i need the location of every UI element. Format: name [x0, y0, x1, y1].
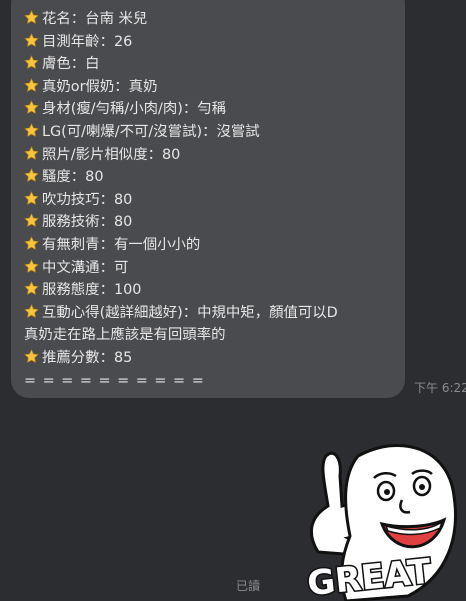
star-icon	[24, 190, 39, 205]
message-line-text: 真奶走在路上應該是有回頭率的	[24, 327, 226, 344]
star-icon	[24, 281, 39, 295]
message-line: 身材(瘦/勻稱/小肉/肉)：勻稱	[24, 98, 395, 121]
message-line: 互動心得(越詳細越好)：中規中矩，顏值可以D	[24, 302, 395, 325]
message-line: 服務態度：100	[24, 279, 395, 302]
thumbs-up-face-sticker[interactable]: GREAT	[298, 436, 460, 601]
message-line: 照片/影片相似度：80	[24, 144, 395, 167]
message-line: 目測年齡：26	[24, 31, 395, 54]
star-icon	[24, 100, 39, 115]
star-icon	[24, 77, 39, 92]
star-icon	[24, 213, 39, 228]
star-icon	[24, 145, 39, 160]
message-line: 中文溝通：可	[24, 257, 395, 280]
star-icon	[24, 168, 39, 182]
message-line-text: 吹功技巧：80	[42, 191, 133, 208]
message-line-text: 騷度：80	[42, 169, 104, 186]
star-icon	[24, 258, 39, 273]
message-line: 服務技術：80	[24, 211, 395, 234]
message-line-text: 推薦分數：85	[42, 349, 133, 366]
message-line: 真奶or假奶：真奶	[24, 76, 395, 99]
message-line-text: 膚色：白	[42, 56, 100, 73]
message-line-text: 中文溝通：可	[42, 259, 129, 276]
message-line: 真奶走在路上應該是有回頭率的	[24, 324, 395, 347]
message-line-text: 身材(瘦/勻稱/小肉/肉)：勻稱	[42, 101, 227, 118]
message-line-text: 真奶or假奶：真奶	[42, 78, 158, 95]
message-separator: = = = = = = = = = =	[24, 372, 205, 389]
star-icon	[24, 55, 39, 70]
message-line: 騷度：80	[24, 166, 395, 189]
message-timestamp: 下午 6:22	[414, 381, 466, 395]
message-line-text: 目測年齡：26	[42, 33, 133, 50]
message-line: 膚色：白	[24, 53, 395, 76]
message-line-text: 有無刺青：有一個小小的	[42, 236, 201, 253]
message-line-text: 服務態度：100	[42, 282, 142, 299]
star-icon	[24, 32, 39, 47]
message-line-text: 互動心得(越詳細越好)：中規中矩，顏值可以D	[42, 304, 338, 321]
message-line: 花名：台南 米兒	[24, 8, 395, 31]
star-icon	[24, 236, 39, 250]
message-lines: 花名：台南 米兒 目測年齡：26 膚色：白真奶or假奶：真奶身材(瘦/勻稱/小肉/肉…	[24, 8, 395, 370]
message-line-text: 花名：台南 米兒	[42, 11, 148, 27]
message-line-text: LG(可/喇爆/不可/沒嘗試)：沒嘗試	[42, 123, 260, 140]
star-icon	[24, 123, 39, 137]
message-bubble[interactable]: 花名：台南 米兒 目測年齡：26 膚色：白真奶or假奶：真奶身材(瘦/勻稱/小肉/肉…	[11, 0, 405, 398]
message-line-text: 服務技術：80	[42, 214, 133, 231]
message-line: 推薦分數：85	[24, 347, 395, 370]
read-receipt: 已讀	[236, 579, 261, 593]
message-line-text: 照片/影片相似度：80	[42, 146, 181, 163]
message-line: 吹功技巧：80	[24, 189, 395, 212]
star-icon	[24, 303, 39, 318]
message-line: LG(可/喇爆/不可/沒嘗試)：沒嘗試	[24, 121, 395, 144]
message-line: 有無刺青：有一個小小的	[24, 234, 395, 257]
star-icon	[24, 349, 39, 363]
star-icon	[24, 10, 39, 24]
